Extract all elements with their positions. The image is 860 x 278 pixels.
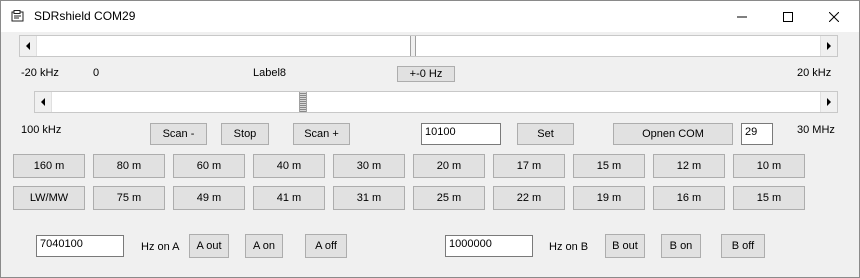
app-icon — [11, 10, 24, 22]
plus-20khz-label: 20 kHz — [797, 67, 832, 79]
band-button[interactable]: 22 m — [493, 186, 565, 210]
tuning-thumb[interactable] — [299, 92, 307, 112]
tuning-left-button[interactable] — [35, 92, 52, 112]
osc-b-frequency-input[interactable]: 1000000 — [445, 235, 533, 257]
band-button[interactable]: 160 m — [13, 154, 85, 178]
fine-tune-scrollbar[interactable] — [19, 35, 838, 57]
band-button[interactable]: 49 m — [173, 186, 245, 210]
zero-label: 0 — [93, 67, 100, 79]
a-off-button[interactable]: A off — [305, 234, 347, 258]
open-com-button[interactable]: Opnen COM — [613, 123, 733, 145]
a-on-button[interactable]: A on — [245, 234, 283, 258]
scroll-left-button[interactable] — [20, 36, 37, 56]
range-min-label: 100 kHz — [21, 124, 62, 136]
osc-a-unit-label: Hz on A — [141, 241, 180, 253]
arrow-left-icon — [41, 98, 45, 106]
main-window: SDRshield COM29 -20 kHz 0 Label8 +-0 Hz … — [0, 0, 860, 278]
minus-20khz-label: -20 kHz — [21, 67, 59, 79]
b-off-button[interactable]: B off — [721, 234, 765, 258]
band-button[interactable]: 60 m — [173, 154, 245, 178]
scroll-thumb[interactable] — [410, 36, 416, 56]
scan-down-button[interactable]: Scan - — [150, 123, 207, 145]
arrow-left-icon — [26, 42, 30, 50]
band-button[interactable]: 40 m — [253, 154, 325, 178]
label8: Label8 — [253, 67, 287, 79]
band-button[interactable]: 75 m — [93, 186, 165, 210]
b-out-button[interactable]: B out — [605, 234, 645, 258]
stop-button[interactable]: Stop — [221, 123, 269, 145]
band-button[interactable]: 30 m — [333, 154, 405, 178]
offset-button[interactable]: +-0 Hz — [397, 66, 455, 82]
close-icon — [829, 11, 839, 22]
band-button[interactable]: LW/MW — [13, 186, 85, 210]
band-button[interactable]: 15 m — [573, 154, 645, 178]
band-button[interactable]: 15 m — [733, 186, 805, 210]
maximize-icon — [783, 11, 793, 22]
com-port-input[interactable]: 29 — [741, 123, 773, 145]
band-button[interactable]: 80 m — [93, 154, 165, 178]
band-button[interactable]: 20 m — [413, 154, 485, 178]
maximize-button[interactable] — [765, 1, 811, 32]
band-button[interactable]: 41 m — [253, 186, 325, 210]
band-button[interactable]: 16 m — [653, 186, 725, 210]
tuning-right-button[interactable] — [820, 92, 837, 112]
scroll-right-button[interactable] — [820, 36, 837, 56]
b-on-button[interactable]: B on — [661, 234, 701, 258]
band-button[interactable]: 17 m — [493, 154, 565, 178]
a-out-button[interactable]: A out — [189, 234, 229, 258]
band-button[interactable]: 25 m — [413, 186, 485, 210]
scan-up-button[interactable]: Scan + — [293, 123, 350, 145]
arrow-right-icon — [827, 42, 831, 50]
set-button[interactable]: Set — [517, 123, 574, 145]
band-button[interactable]: 10 m — [733, 154, 805, 178]
arrow-right-icon — [827, 98, 831, 106]
band-button[interactable]: 31 m — [333, 186, 405, 210]
osc-b-unit-label: Hz on B — [549, 241, 589, 253]
range-max-label: 30 MHz — [797, 124, 835, 136]
osc-a-frequency-input[interactable]: 7040100 — [36, 235, 124, 257]
tuning-scrollbar[interactable] — [34, 91, 838, 113]
title-bar: SDRshield COM29 — [1, 1, 859, 32]
band-button[interactable]: 19 m — [573, 186, 645, 210]
minimize-button[interactable] — [719, 1, 765, 32]
band-button[interactable]: 12 m — [653, 154, 725, 178]
close-button[interactable] — [811, 1, 857, 32]
minimize-icon — [737, 16, 747, 17]
window-title: SDRshield COM29 — [34, 9, 136, 23]
frequency-input[interactable]: 10100 — [421, 123, 501, 145]
